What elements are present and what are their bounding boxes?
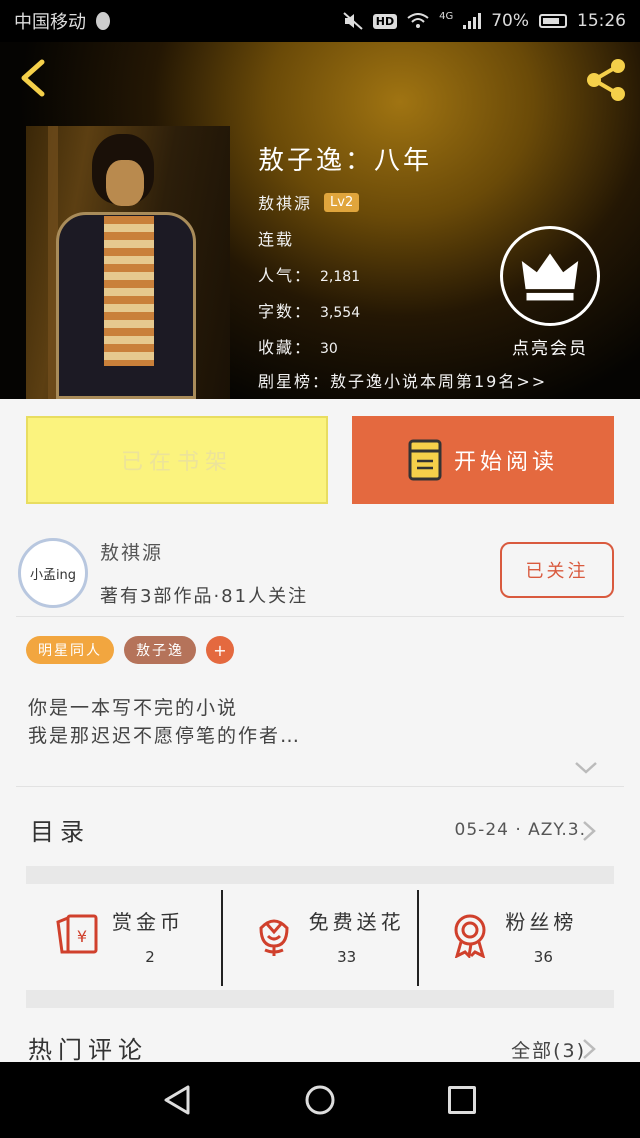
carrier-label: 中国移动	[14, 12, 86, 33]
chevron-down-icon[interactable]	[574, 758, 598, 778]
nav-back-icon[interactable]	[162, 1084, 194, 1116]
all-comments-link[interactable]: 全部(3)	[511, 1036, 586, 1063]
author-name[interactable]: 敖祺源	[100, 538, 163, 565]
nav-recents-icon[interactable]	[448, 1086, 476, 1114]
stat-value: 33	[337, 948, 357, 966]
hd-badge: HD	[372, 13, 398, 29]
catalog-label: 目录	[30, 818, 90, 846]
penguin-icon	[96, 12, 110, 30]
book-header: 敖子逸：八年 敖祺源 Lv2 连载 人气： 2,181 字数： 3,554 收藏： 3…	[0, 42, 640, 399]
on-shelf-button[interactable]: 已在书架	[26, 416, 328, 504]
mute-icon	[343, 12, 363, 30]
serial-status: 连载	[258, 230, 295, 249]
share-icon[interactable]	[582, 56, 630, 104]
book-author[interactable]: 敖祺源	[258, 190, 312, 214]
free-flower-stat[interactable]: 免费送花 33	[220, 890, 418, 986]
rank-link[interactable]: 剧星榜：敖子逸小说本周第19名>>	[258, 368, 547, 392]
clock: 15:26	[577, 11, 626, 31]
ribbon-medal-icon	[454, 914, 486, 958]
tag-list: 明星同人 敖子逸 +	[26, 636, 234, 664]
word-count-row: 字数： 3,554	[258, 298, 360, 322]
description-line: 你是一本写不完的小说	[28, 697, 239, 719]
battery-percent: 70%	[491, 11, 529, 31]
word-count-value: 3,554	[320, 305, 361, 321]
add-tag-button[interactable]: +	[206, 636, 234, 664]
author-avatar[interactable]: 小孟ing	[18, 538, 88, 608]
crown-icon[interactable]	[500, 226, 600, 326]
favorites-label: 收藏：	[258, 338, 313, 357]
fan-ranking-stat[interactable]: 粉丝榜 36	[417, 890, 614, 986]
book-description: 你是一本写不完的小说 我是那迟迟不愿停笔的作者…	[28, 694, 301, 750]
tag-item[interactable]: 敖子逸	[124, 636, 196, 664]
vip-label[interactable]: 点亮会员	[500, 334, 600, 359]
favorites-value: 30	[320, 341, 338, 357]
book-title: 敖子逸：八年	[258, 146, 433, 176]
book-icon	[408, 439, 442, 481]
section-separator	[26, 990, 614, 1008]
wifi-icon	[407, 13, 429, 28]
stat-label: 赏金币	[112, 910, 184, 934]
author-section: 小孟ing 敖祺源 著有3部作品·81人关注 已关注	[0, 520, 640, 616]
chevron-right-icon[interactable]	[582, 1038, 596, 1060]
start-reading-button[interactable]: 开始阅读	[352, 416, 614, 504]
svg-text:¥: ¥	[77, 927, 87, 946]
start-reading-label: 开始阅读	[453, 450, 558, 475]
stat-label: 粉丝榜	[505, 910, 578, 934]
description-line: 我是那迟迟不愿停笔的作者…	[28, 725, 302, 747]
divider	[16, 786, 624, 787]
popularity-value: 2,181	[320, 269, 361, 285]
back-arrow-icon[interactable]	[14, 58, 54, 98]
signal-icon	[463, 13, 482, 29]
tag-item[interactable]: 明星同人	[26, 636, 114, 664]
battery-icon	[539, 14, 567, 28]
book-cover-image	[26, 126, 230, 399]
support-stats: ¥ 赏金币 2 免费送花 33 粉丝榜 36	[26, 890, 614, 986]
favorites-row: 收藏： 30	[258, 334, 338, 358]
section-separator	[26, 866, 614, 884]
word-count-label: 字数：	[258, 302, 313, 321]
catalog-row[interactable]: 目录 05-24 · AZY.3.	[0, 800, 640, 864]
stat-value: 2	[145, 948, 155, 966]
latest-chapter: 05-24 · AZY.3.	[454, 820, 586, 840]
stat-label: 免费送花	[308, 910, 405, 934]
book-author-row: 敖祺源 Lv2	[258, 190, 360, 214]
hot-comments-title: 热门评论	[28, 1036, 148, 1064]
network-label: 4G	[439, 11, 454, 22]
author-stats: 著有3部作品·81人关注	[100, 586, 309, 607]
reward-coins-stat[interactable]: ¥ 赏金币 2	[26, 890, 221, 986]
popularity-label: 人气：	[258, 266, 313, 285]
stat-value: 36	[533, 948, 553, 966]
status-bar: 中国移动 HD 4G 70% 15:26	[0, 0, 640, 42]
red-envelope-yen-icon: ¥	[56, 914, 98, 954]
nav-home-icon[interactable]	[304, 1084, 336, 1116]
level-badge: Lv2	[324, 192, 360, 212]
chevron-right-icon	[583, 821, 596, 841]
avatar-text: 小孟ing	[29, 567, 77, 583]
flower-icon	[259, 919, 289, 956]
popularity-row: 人气： 2,181	[258, 262, 360, 286]
divider	[16, 616, 624, 617]
follow-button[interactable]: 已关注	[500, 542, 614, 598]
system-nav-bar	[0, 1062, 640, 1138]
